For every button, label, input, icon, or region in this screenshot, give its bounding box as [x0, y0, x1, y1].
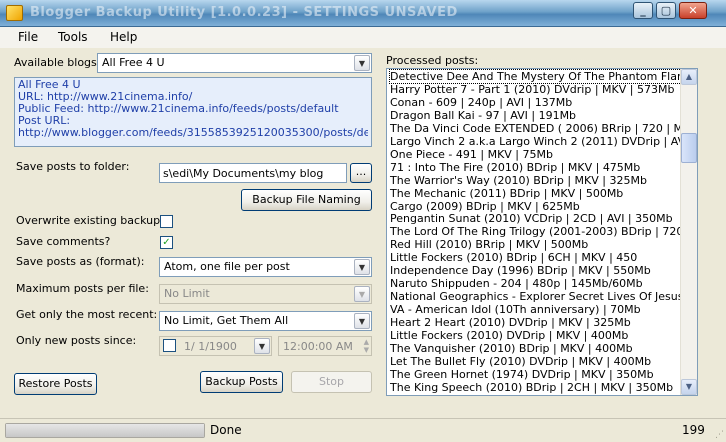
blog-info-public-feed: Public Feed: http://www.21cinema.info/fe…: [18, 103, 339, 115]
post-list-item[interactable]: Little Fockers (2010) BDrip | 6CH | MKV …: [390, 251, 637, 264]
post-list-item[interactable]: Largo Vinch 2 a.k.a Largo Winch 2 (2011)…: [390, 135, 697, 148]
post-list-item[interactable]: Cargo (2009) BDrip | MKV | 625Mb: [390, 200, 580, 213]
post-list-item[interactable]: VA - American Idol (10Th anniversary) | …: [390, 303, 641, 316]
processed-posts-label: Processed posts:: [386, 54, 479, 67]
blog-info-url: URL: http://www.21cinema.info/: [18, 91, 193, 103]
post-list-item[interactable]: Dragon Ball Kai - 97 | AVI | 191Mb: [390, 109, 576, 122]
maximize-button[interactable]: ▢: [656, 2, 676, 19]
max-posts-dropdown: No Limit ▼: [159, 284, 372, 304]
post-list-item[interactable]: The Da Vinci Code EXTENDED ( 2006) BRrip…: [390, 122, 697, 135]
menu-bar: File Tools Help: [0, 27, 726, 48]
since-time-picker: 12:00:00 AM ▲ ▼: [278, 336, 372, 356]
post-list-item[interactable]: Red Hill (2010) BRrip | MKV | 500Mb: [390, 238, 588, 251]
blog-info-post-url-label: Post URL:: [18, 115, 71, 127]
available-blogs-value: All Free 4 U: [102, 56, 165, 69]
app-icon: [6, 5, 23, 21]
menu-file[interactable]: File: [18, 30, 38, 44]
post-list-item[interactable]: The Mechanic (2011) BDrip | MKV | 500Mb: [390, 187, 623, 200]
post-list-item[interactable]: Pengantin Sunat (2010) VCDrip | 2CD | AV…: [390, 212, 673, 225]
save-folder-input[interactable]: s\edi\My Documents\my blog: [159, 163, 347, 183]
spin-icon: ▲ ▼: [363, 338, 369, 354]
post-list-item[interactable]: The King Speech (2010) BDrip | 2CH | MKV…: [390, 381, 673, 394]
vertical-scrollbar[interactable]: ▲ ▼: [680, 69, 697, 395]
browse-folder-button[interactable]: ...: [350, 163, 372, 183]
progress-fill: [6, 424, 204, 437]
save-format-label: Save posts as (format):: [16, 255, 145, 268]
overwrite-label: Overwrite existing backups?: [16, 214, 172, 227]
chevron-down-icon[interactable]: ▼: [354, 313, 370, 329]
post-list-item[interactable]: Let The Bullet Fly (2010) DVDrip | MKV |…: [390, 355, 651, 368]
processed-posts-list[interactable]: Detective Dee And The Mystery Of The Pha…: [386, 68, 698, 396]
max-posts-label: Maximum posts per file:: [16, 282, 149, 295]
scroll-down-icon[interactable]: ▼: [681, 379, 697, 395]
chevron-down-icon[interactable]: ▼: [354, 259, 370, 275]
post-list-item[interactable]: One Piece - 491 | MKV | 75Mb: [390, 148, 553, 161]
stop-button: Stop: [291, 371, 372, 393]
available-blogs-label: Available blogs:: [14, 56, 101, 69]
blog-info-post-url: http://www.blogger.com/feeds/31558539251…: [18, 127, 368, 139]
recent-label: Get only the most recent:: [16, 308, 158, 321]
menu-help[interactable]: Help: [110, 30, 137, 44]
menu-tools[interactable]: Tools: [58, 30, 88, 44]
since-date-picker[interactable]: 1/ 1/1900 ▼: [159, 336, 272, 356]
post-list-item[interactable]: 71 : Into The Fire (2010) BDrip | MKV | …: [390, 161, 640, 174]
backup-posts-button[interactable]: Backup Posts: [200, 371, 283, 393]
overwrite-checkbox[interactable]: [160, 215, 173, 228]
post-list-item[interactable]: Conan - 609 | 240p | AVI | 137Mb: [390, 96, 572, 109]
save-format-dropdown[interactable]: Atom, one file per post ▼: [159, 257, 372, 277]
restore-posts-button[interactable]: Restore Posts: [14, 373, 97, 395]
calendar-dropdown-icon[interactable]: ▼: [254, 338, 270, 354]
blog-info-name: All Free 4 U: [18, 79, 81, 91]
blog-info-box: All Free 4 U URL: http://www.21cinema.in…: [14, 77, 372, 147]
post-list-item[interactable]: Naruto Shippuden - 204 | 480p | 145Mb/60…: [390, 277, 643, 290]
post-list-item[interactable]: Independence Day (1996) BDrip | MKV | 55…: [390, 264, 651, 277]
post-list-item[interactable]: National Geographics - Explorer Secret L…: [390, 290, 697, 303]
close-button[interactable]: ✕: [679, 2, 707, 19]
resize-grip-icon[interactable]: ⋰: [715, 430, 724, 440]
status-text: Done: [210, 423, 242, 437]
save-comments-label: Save comments?: [16, 235, 111, 248]
chevron-down-icon[interactable]: ▼: [354, 55, 370, 71]
scroll-up-icon[interactable]: ▲: [681, 69, 697, 85]
post-list-item[interactable]: Little Fockers (2010) DVDrip | MKV | 400…: [390, 329, 628, 342]
recent-posts-dropdown[interactable]: No Limit, Get Them All ▼: [159, 311, 372, 331]
recent-posts-value: No Limit, Get Them All: [164, 314, 289, 327]
title-bar: Blogger Backup Utility [1.0.0.23] - SETT…: [0, 0, 726, 27]
post-list-item[interactable]: Heart 2 Heart (2010) DVDrip | MKV | 325M…: [390, 316, 631, 329]
available-blogs-dropdown[interactable]: All Free 4 U ▼: [97, 53, 372, 73]
post-count: 199: [682, 423, 705, 437]
post-list-item[interactable]: The Warrior's Way (2010) BDrip | MKV | 3…: [390, 174, 647, 187]
post-list-item[interactable]: The Lord Of The Ring Trilogy (2001-2003)…: [390, 225, 697, 238]
status-bar: Done 199 ⋰: [0, 418, 726, 442]
save-folder-label: Save posts to folder:: [16, 160, 130, 173]
progress-bar: [5, 423, 205, 438]
post-list-item[interactable]: The Green Hornet (1974) DVDrip | MKV | 3…: [390, 368, 654, 381]
post-list-item[interactable]: Harry Potter 7 - Part 1 (2010) DVdrip | …: [390, 83, 674, 96]
since-label: Only new posts since:: [16, 334, 137, 347]
since-date-checkbox[interactable]: [163, 339, 176, 352]
save-comments-checkbox[interactable]: ✓: [160, 236, 173, 249]
since-time-value: 12:00:00 AM: [283, 340, 353, 353]
since-date-value: 1/ 1/1900: [184, 340, 237, 353]
chevron-down-icon: ▼: [354, 286, 370, 302]
save-format-value: Atom, one file per post: [164, 260, 290, 273]
scroll-thumb[interactable]: [681, 133, 697, 163]
backup-file-naming-button[interactable]: Backup File Naming: [241, 189, 372, 211]
post-list-item[interactable]: Detective Dee And The Mystery Of The Pha…: [389, 69, 697, 84]
post-list-item[interactable]: The Vanquisher (2010) BDrip | MKV | 400M…: [390, 342, 633, 355]
minimize-button[interactable]: _: [633, 2, 653, 19]
window-title: Blogger Backup Utility [1.0.0.23] - SETT…: [30, 5, 458, 20]
max-posts-value: No Limit: [164, 287, 210, 300]
